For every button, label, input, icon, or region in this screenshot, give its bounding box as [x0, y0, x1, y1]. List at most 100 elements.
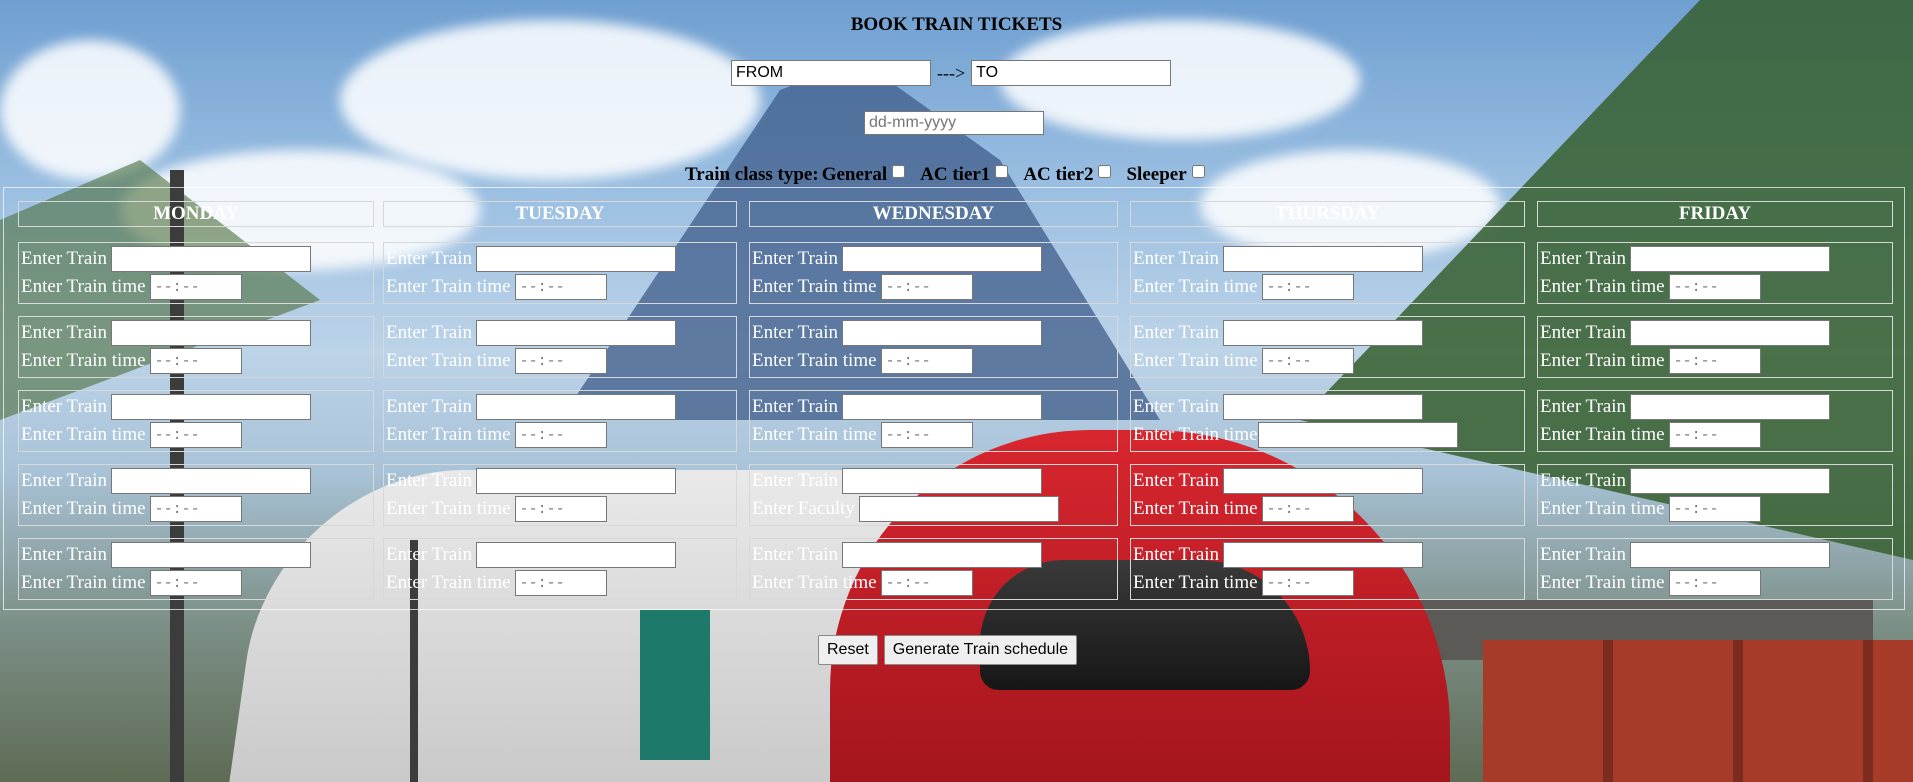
train-name-input[interactable]	[1630, 320, 1831, 346]
train-time-input[interactable]	[149, 570, 242, 596]
date-input[interactable]	[864, 111, 1044, 135]
train-name-input[interactable]	[111, 542, 312, 568]
train-name-input[interactable]	[842, 468, 1043, 494]
time-label: Enter Train time	[21, 424, 146, 445]
class-sleeper-checkbox[interactable]	[1191, 164, 1205, 178]
time-row: Enter Train time	[386, 274, 607, 300]
train-name-input[interactable]	[111, 246, 312, 272]
train-name-input[interactable]	[476, 320, 677, 346]
schedule-slot: Enter Train Enter Train time	[383, 242, 737, 304]
schedule-slot: Enter Train Enter Train time	[383, 538, 737, 600]
time-label: Enter Train time	[752, 572, 877, 593]
train-name-input[interactable]	[1223, 246, 1424, 272]
class-ac-tier2-checkbox[interactable]	[1098, 164, 1112, 178]
train-label: Enter Train	[752, 396, 839, 417]
train-name-input[interactable]	[1630, 468, 1831, 494]
reset-button[interactable]: Reset	[818, 635, 878, 665]
class-ac-tier1-checkbox[interactable]	[995, 164, 1009, 178]
from-input[interactable]	[731, 60, 931, 86]
train-name-input[interactable]	[1223, 542, 1424, 568]
train-row: Enter Train	[386, 394, 677, 420]
train-time-input[interactable]	[880, 348, 973, 374]
train-name-input[interactable]	[111, 394, 312, 420]
train-row: Enter Train	[1133, 468, 1424, 494]
train-time-input[interactable]	[149, 496, 242, 522]
train-row: Enter Train	[1540, 468, 1831, 494]
train-name-input[interactable]	[842, 246, 1043, 272]
train-label: Enter Train	[21, 470, 108, 491]
train-class-label: Train class type:	[685, 164, 819, 185]
class-option-ac-tier1-label: AC tier1	[920, 164, 991, 185]
train-label: Enter Train	[1133, 248, 1220, 269]
train-time-input[interactable]	[1668, 348, 1761, 374]
train-time-input[interactable]	[149, 422, 242, 448]
train-time-input[interactable]	[1668, 496, 1761, 522]
train-name-input[interactable]	[476, 394, 677, 420]
time-label: Enter Train time	[21, 572, 146, 593]
train-row: Enter Train	[752, 246, 1043, 272]
train-label: Enter Train	[386, 322, 473, 343]
train-name-input[interactable]	[842, 542, 1043, 568]
train-time-input[interactable]	[514, 422, 607, 448]
train-row: Enter Train	[1133, 394, 1424, 420]
train-time-input[interactable]	[1261, 274, 1354, 300]
train-time-input[interactable]	[514, 274, 607, 300]
schedule-slot: Enter Train Enter Train time	[749, 538, 1118, 600]
train-name-input[interactable]	[111, 468, 312, 494]
route-selector: --->	[731, 60, 1172, 86]
time-row: Enter Train time	[21, 274, 242, 300]
train-time-input[interactable]	[1257, 422, 1458, 448]
train-name-input[interactable]	[476, 542, 677, 568]
train-name-input[interactable]	[1630, 394, 1831, 420]
train-row: Enter Train	[21, 394, 312, 420]
train-name-input[interactable]	[1223, 468, 1424, 494]
train-time-input[interactable]	[1668, 570, 1761, 596]
schedule-slot: Enter Train Enter Train time	[18, 538, 374, 600]
schedule-slot: Enter Train Enter Train time	[1130, 316, 1525, 378]
train-name-input[interactable]	[476, 468, 677, 494]
train-label: Enter Train	[752, 470, 839, 491]
day-header-tuesday: TUESDAY	[383, 201, 737, 227]
train-time-input[interactable]	[880, 570, 973, 596]
train-time-input[interactable]	[1261, 348, 1354, 374]
train-label: Enter Train	[21, 544, 108, 565]
train-time-input[interactable]	[1261, 496, 1354, 522]
train-time-input[interactable]	[514, 496, 607, 522]
time-label: Enter Train time	[1540, 350, 1665, 371]
schedule-slot: Enter Train Enter Train time	[1537, 464, 1893, 526]
train-name-input[interactable]	[476, 246, 677, 272]
schedule-slot: Enter Train Enter Train time	[1130, 242, 1525, 304]
train-label: Enter Train	[386, 248, 473, 269]
to-input[interactable]	[971, 60, 1172, 86]
schedule-slot: Enter Train Enter Train time	[1130, 538, 1525, 600]
schedule-slot: Enter Train Enter Train time	[1537, 242, 1893, 304]
train-name-input[interactable]	[842, 394, 1043, 420]
weekly-schedule-grid: MONDAYEnter TrainEnter Train timeEnter T…	[3, 187, 1905, 610]
train-time-input[interactable]	[1668, 274, 1761, 300]
train-time-input[interactable]	[149, 274, 242, 300]
train-name-input[interactable]	[1630, 246, 1831, 272]
train-name-input[interactable]	[111, 320, 312, 346]
generate-schedule-button[interactable]: Generate Train schedule	[883, 635, 1078, 665]
train-time-input[interactable]	[149, 348, 242, 374]
class-option-general-label: General	[821, 164, 888, 185]
train-name-input[interactable]	[1223, 320, 1424, 346]
class-general-checkbox[interactable]	[892, 164, 906, 178]
time-row: Enter Train time	[752, 348, 973, 374]
train-time-input[interactable]	[514, 570, 607, 596]
train-time-input[interactable]	[880, 274, 973, 300]
train-name-input[interactable]	[1630, 542, 1831, 568]
train-time-input[interactable]	[514, 348, 607, 374]
schedule-slot: Enter Train Enter Train time	[749, 390, 1118, 452]
train-time-input[interactable]	[880, 422, 973, 448]
train-name-input[interactable]	[1223, 394, 1424, 420]
time-label: Enter Train time	[21, 276, 146, 297]
time-row: Enter Train time	[1540, 496, 1761, 522]
form-actions: Reset Generate Train schedule	[818, 635, 1078, 665]
faculty-input[interactable]	[858, 496, 1059, 522]
train-time-input[interactable]	[1668, 422, 1761, 448]
faculty-label: Enter Faculty	[752, 498, 855, 519]
train-name-input[interactable]	[842, 320, 1043, 346]
train-time-input[interactable]	[1261, 570, 1354, 596]
time-row: Enter Train time	[752, 422, 973, 448]
